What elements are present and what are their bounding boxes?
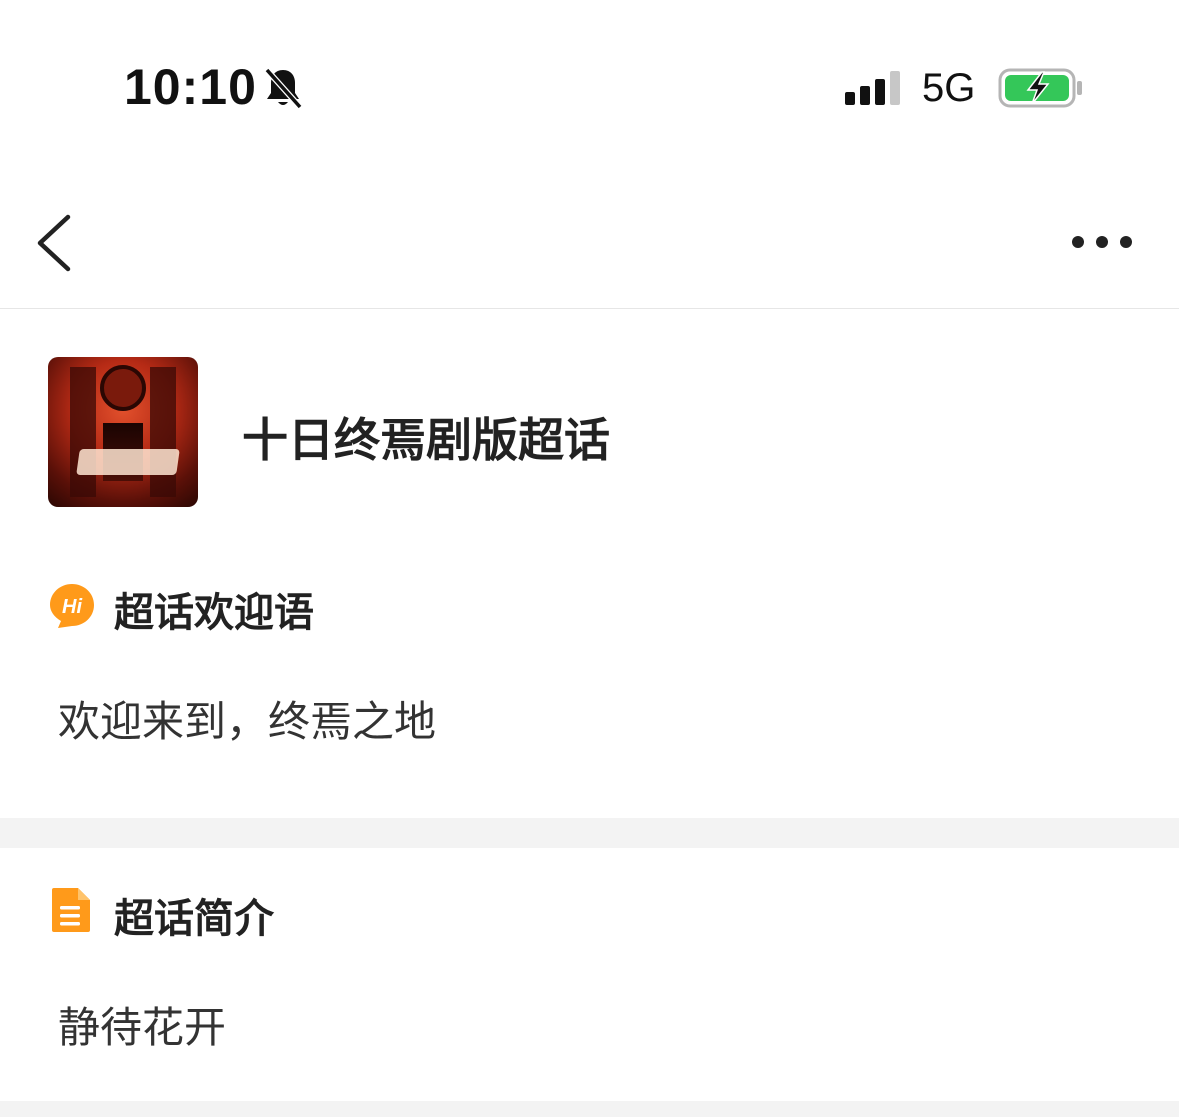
more-dots-icon [1072,236,1132,248]
welcome-text: 欢迎来到，终焉之地 [58,697,437,746]
more-options-button[interactable] [1064,227,1144,257]
topic-title: 十日终焉剧版超话 [242,413,610,467]
cover-pillar-right [150,367,176,497]
chevron-left-icon [37,214,71,272]
section-divider-bottom [0,1101,1179,1117]
navigation-bar [0,175,1179,309]
intro-section: 超话简介 静待花开 [0,848,1179,1101]
svg-text:Hi: Hi [62,596,82,618]
bell-slash-icon [262,66,304,110]
cover-pillar-left [70,367,96,497]
hi-bubble-icon: Hi [48,582,96,630]
cover-title-art [76,449,180,475]
signal-bars-icon [845,70,907,106]
network-type: 5G [922,66,976,110]
status-time: 10:10 [124,59,257,115]
intro-heading: 超话简介 [114,896,274,942]
back-button[interactable] [28,211,80,275]
welcome-heading: 超话欢迎语 [114,590,314,636]
battery-charging-icon [998,68,1084,108]
topic-cover-image[interactable] [48,357,198,507]
section-divider [0,818,1179,848]
super-topic-info-page: 10:10 5G 十日终焉剧版超话 Hi 超话欢迎语 欢迎来到，终焉之地 超话简… [0,0,1179,1117]
topic-header: 十日终焉剧版超话 [0,330,1179,530]
document-icon [50,886,92,934]
status-bar: 10:10 5G [0,0,1179,160]
cover-clock [100,365,146,411]
welcome-section: Hi 超话欢迎语 欢迎来到，终焉之地 [0,530,1179,818]
intro-text: 静待花开 [58,1003,227,1052]
